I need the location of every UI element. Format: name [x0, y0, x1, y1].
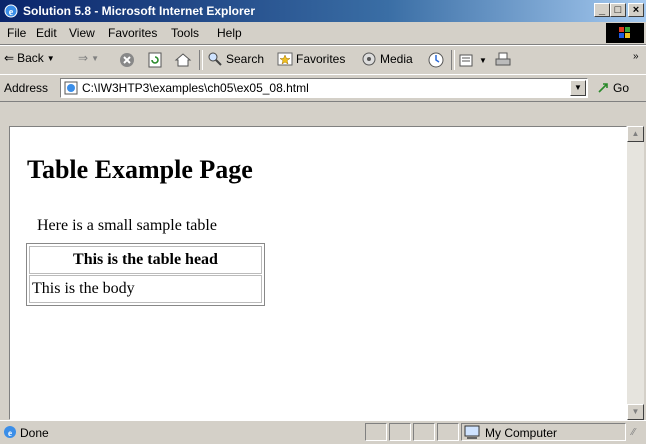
- status-pane: [437, 423, 459, 441]
- search-icon: [208, 52, 222, 66]
- address-input[interactable]: C:\IW3HTP3\examples\ch05\ex05_08.html ▼: [60, 78, 588, 98]
- window-title: Solution 5.8 - Microsoft Internet Explor…: [23, 4, 256, 18]
- table-body-cell: This is the body: [29, 275, 262, 303]
- stop-icon: [120, 53, 134, 67]
- windows-logo: [606, 23, 644, 43]
- menu-tools[interactable]: Tools: [171, 26, 199, 40]
- mail-icon: [459, 54, 473, 67]
- refresh-icon: [148, 52, 162, 68]
- home-button[interactable]: [174, 51, 192, 69]
- maximize-button[interactable]: □: [610, 3, 626, 17]
- svg-text:e: e: [8, 428, 12, 438]
- table-head-cell: This is the table head: [29, 246, 262, 274]
- menu-favorites[interactable]: Favorites: [108, 26, 157, 40]
- my-computer-icon: [464, 425, 480, 439]
- status-pane: [413, 423, 435, 441]
- dropdown-arrow-icon: ▼: [479, 55, 487, 65]
- favorites-icon: [277, 52, 293, 66]
- close-button[interactable]: ×: [628, 3, 644, 17]
- vertical-scrollbar[interactable]: ▲ ▼: [627, 126, 644, 420]
- zone-text: My Computer: [485, 426, 558, 440]
- media-label: Media: [380, 52, 413, 66]
- go-button[interactable]: Go: [597, 81, 629, 95]
- print-icon: [495, 52, 511, 66]
- status-pane: [389, 423, 411, 441]
- back-arrow-icon: ⇐: [4, 51, 15, 65]
- dropdown-arrow-icon: ▼: [46, 53, 55, 63]
- page-heading: Table Example Page: [27, 155, 253, 184]
- internet-explorer-icon: e: [4, 4, 18, 18]
- go-arrow-icon: [598, 83, 608, 93]
- title-bar: e Solution 5.8 - Microsoft Internet Expl…: [0, 0, 646, 22]
- home-icon: [174, 53, 192, 67]
- svg-text:e: e: [9, 7, 14, 18]
- address-bar: Address C:\IW3HTP3\examples\ch05\ex05_08…: [0, 74, 646, 102]
- status-pane: [365, 423, 387, 441]
- resize-grip-icon[interactable]: ⁄⁄: [632, 427, 635, 438]
- scroll-up-button[interactable]: ▲: [627, 126, 644, 142]
- toolbar-separator: [451, 50, 455, 70]
- favorites-button[interactable]: Favorites: [277, 51, 345, 67]
- forward-button[interactable]: ⇒ ▼: [78, 51, 99, 65]
- page-icon: [64, 81, 78, 95]
- status-bar: e Done My Computer ⁄⁄: [0, 420, 646, 444]
- back-button[interactable]: ⇐ Back ▼: [4, 51, 55, 65]
- address-dropdown-button[interactable]: ▼: [570, 80, 586, 96]
- media-icon: [362, 52, 376, 66]
- go-label: Go: [613, 81, 630, 95]
- print-button[interactable]: [494, 51, 512, 69]
- mail-button[interactable]: ▼: [458, 51, 487, 69]
- standard-toolbar: ⇐ Back ▼ ⇒ ▼ Search Favorites Media ▼ »: [0, 45, 646, 75]
- search-label: Search: [226, 52, 265, 66]
- stop-button[interactable]: [118, 51, 136, 69]
- toolbar-separator: [199, 50, 203, 70]
- minimize-button[interactable]: _: [594, 3, 610, 17]
- menu-file[interactable]: File: [7, 26, 26, 40]
- address-label: Address: [4, 81, 49, 95]
- search-button[interactable]: Search: [207, 51, 264, 67]
- menu-bar: File Edit View Favorites Tools Help: [0, 22, 646, 45]
- menu-edit[interactable]: Edit: [36, 26, 57, 40]
- toolbar-overflow-chevron-icon[interactable]: »: [633, 51, 639, 62]
- favorites-label: Favorites: [296, 52, 346, 66]
- media-button[interactable]: Media: [361, 51, 413, 67]
- address-url: C:\IW3HTP3\examples\ch05\ex05_08.html: [82, 81, 309, 95]
- refresh-button[interactable]: [146, 51, 164, 69]
- dropdown-arrow-icon: ▼: [91, 53, 99, 63]
- sample-table: This is the table head This is the body: [26, 243, 265, 306]
- menu-help[interactable]: Help: [217, 26, 242, 40]
- page-content: Table Example Page Here is a small sampl…: [9, 126, 627, 420]
- forward-arrow-icon: ⇒: [78, 51, 89, 65]
- history-button[interactable]: [427, 51, 445, 69]
- history-icon: [428, 52, 444, 68]
- status-text: Done: [20, 426, 49, 440]
- windows-flag-icon: [619, 27, 630, 38]
- intro-paragraph: Here is a small sample table: [37, 217, 217, 234]
- back-label: Back: [17, 51, 44, 65]
- page-done-icon: e: [4, 426, 16, 438]
- scroll-down-button[interactable]: ▼: [627, 404, 644, 420]
- menu-view[interactable]: View: [69, 26, 95, 40]
